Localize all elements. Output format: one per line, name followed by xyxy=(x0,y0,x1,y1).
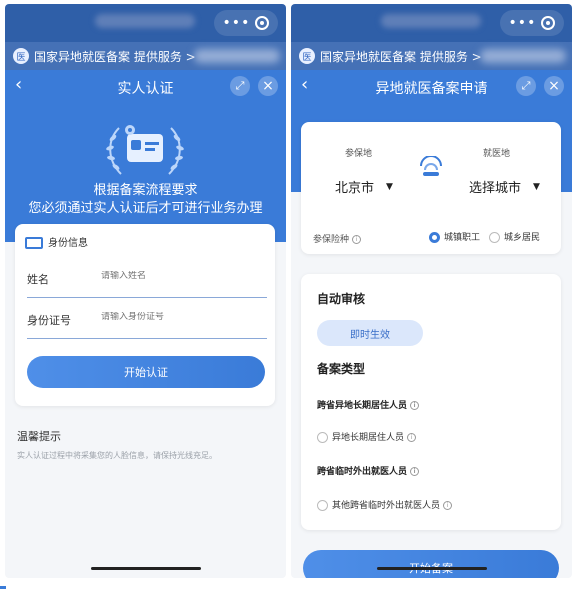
insured-place-value: 北京市 xyxy=(335,181,375,196)
close-icon[interactable]: × xyxy=(544,76,564,96)
corner-mark xyxy=(0,586,6,589)
id-card-icon xyxy=(25,237,43,249)
review-card: 自动审核 即时生效 备案类型 跨省异地长期居住人员 i 异地长期居住人员 i 跨省临… xyxy=(301,274,561,530)
insured-place-label: 参保地 xyxy=(345,149,373,159)
insurance-type-label: 参保险种 xyxy=(313,235,350,245)
group-1-title: 跨省异地长期居住人员 i xyxy=(317,398,420,411)
nav-bar: ‹ 异地就医备案申请 ⤢ × xyxy=(291,70,572,102)
info-icon[interactable]: i xyxy=(443,501,453,510)
blurred-title xyxy=(95,14,195,28)
laurel-badge-icon xyxy=(106,125,184,175)
option-employee-label: 城镇职工 xyxy=(444,233,481,243)
option-resident[interactable]: 城乡居民 xyxy=(489,230,540,243)
group-2-option[interactable]: 其他跨省临时外出就医人员 i xyxy=(317,498,453,511)
medical-place-label: 就医地 xyxy=(483,149,511,159)
service-bar[interactable]: 医 国家异地就医备案 提供服务 > xyxy=(5,42,286,70)
tip-title: 温馨提示 xyxy=(17,430,61,443)
id-number-label: 身份证号 xyxy=(27,314,71,327)
identity-section-header: 身份信息 xyxy=(25,234,88,249)
name-input[interactable] xyxy=(101,271,251,281)
start-verification-button[interactable]: 开始认证 xyxy=(27,356,265,388)
close-icon[interactable]: × xyxy=(258,76,278,96)
target-icon[interactable] xyxy=(255,16,270,30)
group-1-option-label: 异地长期居住人员 xyxy=(332,433,405,443)
status-bar: ••• xyxy=(291,4,572,42)
service-bar[interactable]: 医 国家异地就医备案 提供服务 > xyxy=(291,42,572,70)
name-label: 姓名 xyxy=(27,273,49,286)
caret-down-icon: ▼ xyxy=(386,181,393,192)
expand-icon[interactable]: ⤢ xyxy=(230,76,250,96)
transfer-icon[interactable] xyxy=(417,156,445,178)
capsule-menu[interactable]: ••• xyxy=(500,10,564,36)
option-employee[interactable]: 城镇职工 xyxy=(429,230,480,243)
expand-icon[interactable]: ⤢ xyxy=(516,76,536,96)
mp-logo-icon: 医 xyxy=(299,48,315,64)
info-icon[interactable]: i xyxy=(407,433,417,442)
target-icon[interactable] xyxy=(541,16,556,30)
blurred-region xyxy=(480,49,566,63)
id-number-underline xyxy=(27,338,267,339)
radio-icon[interactable] xyxy=(489,232,500,243)
group-2-option-label: 其他跨省临时外出就医人员 xyxy=(332,501,441,511)
right-screen: ••• 医 国家异地就医备案 提供服务 > ‹ 异地就医备案申请 ⤢ × 参保地… xyxy=(291,4,572,578)
option-resident-label: 城乡居民 xyxy=(504,233,541,243)
medical-place-value: 选择城市 xyxy=(469,181,522,196)
tip-text: 实人认证过程中将采集您的人脸信息，请保持光线充足。 xyxy=(17,451,217,460)
group-2-title: 跨省临时外出就医人员 i xyxy=(317,464,420,477)
service-label: 国家异地就医备案 提供服务 > xyxy=(34,49,196,64)
nav-bar: ‹ 实人认证 ⤢ × xyxy=(5,70,286,102)
identity-section-title: 身份信息 xyxy=(48,238,88,249)
auto-review-title: 自动审核 xyxy=(317,292,366,306)
hero-line-1: 根据备案流程要求 xyxy=(93,183,198,198)
start-record-button[interactable]: 开始备案 xyxy=(303,550,559,578)
radio-icon[interactable] xyxy=(429,232,440,243)
group-1-option[interactable]: 异地长期居住人员 i xyxy=(317,430,417,443)
service-label: 国家异地就医备案 提供服务 > xyxy=(320,49,482,64)
info-icon[interactable]: i xyxy=(410,401,420,410)
mp-logo-icon: 医 xyxy=(13,48,29,64)
info-icon[interactable]: i xyxy=(352,235,362,244)
medical-place-select[interactable]: 选择城市 ▼ xyxy=(469,177,540,196)
radio-icon[interactable] xyxy=(317,432,328,443)
caret-down-icon: ▼ xyxy=(533,181,540,192)
dots-icon[interactable]: ••• xyxy=(509,15,537,31)
status-bar: ••• xyxy=(5,4,286,42)
blurred-region xyxy=(194,49,280,63)
dots-icon[interactable]: ••• xyxy=(223,15,251,31)
insured-place-select[interactable]: 北京市 ▼ xyxy=(335,177,393,196)
record-type-title: 备案类型 xyxy=(317,362,366,376)
insurance-type-row: 参保险种 i xyxy=(313,232,362,245)
identity-card: 身份信息 姓名 身份证号 开始认证 xyxy=(15,224,275,406)
left-screen: ••• 医 国家异地就医备案 提供服务 > ‹ 实人认证 ⤢ × 根据备案流程要… xyxy=(5,4,286,578)
info-icon[interactable]: i xyxy=(410,467,420,476)
hero-line-2: 您必须通过实人认证后才可进行业务办理 xyxy=(28,201,263,216)
group-1-title-text: 跨省异地长期居住人员 xyxy=(317,401,408,411)
effective-pill: 即时生效 xyxy=(317,320,423,346)
blurred-title xyxy=(381,14,481,28)
id-number-input[interactable] xyxy=(101,312,251,322)
name-underline xyxy=(27,297,267,298)
home-indicator xyxy=(376,567,487,570)
group-2-title-text: 跨省临时外出就医人员 xyxy=(317,467,408,477)
hero-banner: 根据备案流程要求 您必须通过实人认证后才可进行业务办理 xyxy=(5,102,286,242)
home-indicator xyxy=(90,567,201,570)
capsule-menu[interactable]: ••• xyxy=(214,10,278,36)
radio-icon[interactable] xyxy=(317,500,328,511)
